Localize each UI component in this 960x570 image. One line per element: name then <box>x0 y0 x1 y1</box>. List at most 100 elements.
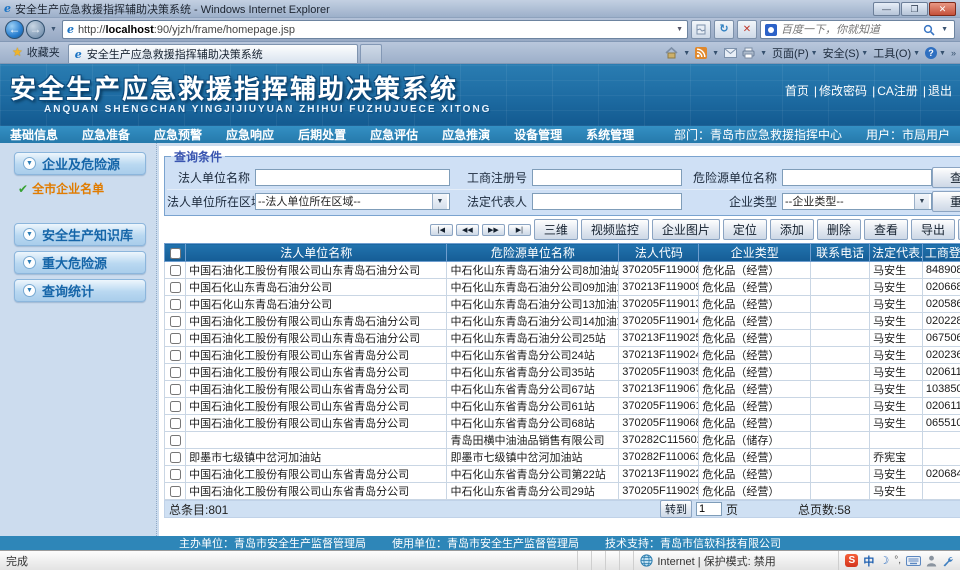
hazard-name-input[interactable] <box>782 169 932 186</box>
sidebar-panel-query-statistics[interactable]: ▼ 查询统计 <box>14 279 146 302</box>
forward-button[interactable]: → <box>26 20 45 39</box>
new-tab-stub[interactable] <box>360 44 382 63</box>
half-width-moon-icon[interactable]: ☽ <box>879 554 889 567</box>
table-row[interactable]: 中国石油化工股份有限公司山东省青岛分公司中石化山东省青岛分公司24站370213… <box>165 347 960 364</box>
pager-last-button[interactable]: ▶| <box>508 224 531 236</box>
stop-button[interactable]: ✕ <box>737 20 757 39</box>
toolbar-button-export[interactable]: 导出 <box>911 219 955 240</box>
nav-item-system-management[interactable]: 系统管理 <box>586 126 634 143</box>
nav-item-emergency-drill[interactable]: 应急推演 <box>442 126 490 143</box>
row-checkbox[interactable] <box>170 435 181 446</box>
row-checkbox[interactable] <box>170 333 181 344</box>
punctuation-icon[interactable]: °, <box>894 555 901 566</box>
pager-next-button[interactable]: ▶▶ <box>482 224 505 236</box>
refresh-button[interactable]: ↻ <box>714 20 734 39</box>
row-checkbox[interactable] <box>170 384 181 395</box>
nav-item-post-disposal[interactable]: 后期处置 <box>298 126 346 143</box>
table-row[interactable]: 中国石油化工股份有限公司山东青岛石油分公司中石化山东青岛石油分公司25站3702… <box>165 330 960 347</box>
row-checkbox[interactable] <box>170 418 181 429</box>
table-row[interactable]: 中国石油化工股份有限公司山东省青岛分公司中石化山东省青岛分公司68站370205… <box>165 415 960 432</box>
search-button[interactable]: 查询 <box>932 167 960 188</box>
toolbar-button-video-monitor[interactable]: 视频监控 <box>581 219 649 240</box>
row-checkbox[interactable] <box>170 469 181 480</box>
header-link-logout[interactable]: 退出 <box>918 82 952 99</box>
row-checkbox[interactable] <box>170 265 181 276</box>
row-checkbox[interactable] <box>170 401 181 412</box>
user-profile-icon[interactable] <box>926 555 937 567</box>
help-menu[interactable]: ?▼ <box>925 47 946 59</box>
chinese-mode-icon[interactable]: 中 <box>863 553 874 569</box>
row-checkbox[interactable] <box>170 367 181 378</box>
header-link-home[interactable]: 首页 <box>785 82 809 99</box>
home-icon[interactable] <box>665 47 678 59</box>
active-tab[interactable]: e 安全生产应急救援指挥辅助决策系统 <box>68 44 358 63</box>
table-row[interactable]: 中国石化山东青岛石油分公司中石化山东青岛石油分公司13加油站370205F119… <box>165 296 960 313</box>
table-row[interactable]: 中国石油化工股份有限公司山东省青岛分公司中石化山东省青岛分公司35站370205… <box>165 364 960 381</box>
table-row[interactable]: 即墨市七级镇中岔河加油站即墨市七级镇中岔河加油站370282F110063危化品… <box>165 449 960 466</box>
table-row[interactable]: 中国石化山东青岛石油分公司中石化山东青岛石油分公司09加油站370213F119… <box>165 279 960 296</box>
sidebar-panel-enterprise-hazard[interactable]: ▼ 企业及危险源 <box>14 152 146 175</box>
legal-name-input[interactable] <box>255 169 450 186</box>
keyboard-icon[interactable] <box>906 556 921 566</box>
wrench-icon[interactable] <box>942 555 954 567</box>
business-reg-input[interactable] <box>532 169 682 186</box>
tools-menu[interactable]: 工具(O)▼ <box>873 45 920 61</box>
print-icon[interactable] <box>742 47 755 59</box>
toolbar-button-company-photos[interactable]: 企业图片 <box>652 219 720 240</box>
nav-item-equipment-management[interactable]: 设备管理 <box>514 126 562 143</box>
row-checkbox[interactable] <box>170 350 181 361</box>
toolbar-button-3d[interactable]: 三维 <box>534 219 578 240</box>
enterprise-type-select[interactable]: --企业类型--▼ <box>782 193 932 210</box>
header-link-ca-register[interactable]: CA注册 <box>867 82 918 99</box>
favorites-button[interactable]: ★ 收藏夹 <box>4 42 68 63</box>
table-row[interactable]: 中国石油化工股份有限公司山东青岛石油分公司中石化山东青岛石油分公司8加油站370… <box>165 262 960 279</box>
table-row[interactable]: 中国石油化工股份有限公司山东省青岛分公司中石化山东省青岛分公司29站370205… <box>165 483 960 500</box>
nav-item-emergency-preparation[interactable]: 应急准备 <box>82 126 130 143</box>
row-checkbox[interactable] <box>170 282 181 293</box>
search-engine-dropdown-icon[interactable]: ▼ <box>941 26 948 33</box>
url-field[interactable]: e http://localhost:90/yjzh/frame/homepag… <box>62 20 688 39</box>
nav-item-emergency-response[interactable]: 应急响应 <box>226 126 274 143</box>
pager-first-button[interactable]: |◀ <box>430 224 453 236</box>
goto-page-button[interactable]: 转到 <box>660 500 692 518</box>
row-checkbox[interactable] <box>170 452 181 463</box>
safety-menu[interactable]: 安全(S)▼ <box>823 45 869 61</box>
table-row[interactable]: 中国石油化工股份有限公司山东省青岛分公司中石化山东省青岛分公司第22站37021… <box>165 466 960 483</box>
page-menu[interactable]: 页面(P)▼ <box>772 45 818 61</box>
search-input[interactable] <box>781 24 919 36</box>
row-checkbox[interactable] <box>170 316 181 327</box>
back-button[interactable]: ← <box>5 20 24 39</box>
select-all-checkbox[interactable] <box>170 248 181 259</box>
table-row[interactable]: 中国石油化工股份有限公司山东省青岛分公司中石化山东省青岛分公司67站370213… <box>165 381 960 398</box>
close-button[interactable]: ✕ <box>929 2 956 16</box>
history-dropdown-icon[interactable]: ▼ <box>50 26 57 33</box>
rss-icon[interactable] <box>695 47 707 59</box>
chevron-more-icon[interactable]: » <box>951 48 956 58</box>
url-dropdown-icon[interactable]: ▼ <box>676 26 683 33</box>
reset-button[interactable]: 重置 <box>932 191 960 212</box>
feeds-dropdown-icon[interactable]: ▼ <box>712 50 719 57</box>
legal-rep-input[interactable] <box>532 193 682 210</box>
row-checkbox[interactable] <box>170 486 181 497</box>
nav-item-emergency-assessment[interactable]: 应急评估 <box>370 126 418 143</box>
table-row[interactable]: 青岛田横中油油品销售有限公司370282C115602危化品（储存） <box>165 432 960 449</box>
print-dropdown-icon[interactable]: ▼ <box>760 50 767 57</box>
sidebar-item-city-enterprise-list[interactable]: ✔ 全市企业名单 <box>18 180 146 197</box>
search-icon[interactable] <box>923 24 935 36</box>
toolbar-button-add[interactable]: 添加 <box>770 219 814 240</box>
toolbar-button-view[interactable]: 查看 <box>864 219 908 240</box>
toolbar-button-locate[interactable]: 定位 <box>723 219 767 240</box>
page-number-input[interactable] <box>696 502 722 516</box>
search-box[interactable]: ▼ <box>760 20 955 39</box>
pager-prev-button[interactable]: ◀◀ <box>456 224 479 236</box>
compatibility-view-button[interactable] <box>691 20 711 39</box>
row-checkbox[interactable] <box>170 299 181 310</box>
sidebar-panel-major-hazard[interactable]: ▼ 重大危险源 <box>14 251 146 274</box>
nav-item-emergency-warning[interactable]: 应急预警 <box>154 126 202 143</box>
table-row[interactable]: 中国石油化工股份有限公司山东省青岛分公司中石化山东省青岛分公司61站370205… <box>165 398 960 415</box>
header-link-change-password[interactable]: 修改密码 <box>809 82 867 99</box>
sogou-icon[interactable]: S <box>845 554 858 567</box>
sidebar-panel-safety-knowledge[interactable]: ▼ 安全生产知识库 <box>14 223 146 246</box>
maximize-button[interactable]: ❐ <box>901 2 928 16</box>
home-dropdown-icon[interactable]: ▼ <box>683 50 690 57</box>
